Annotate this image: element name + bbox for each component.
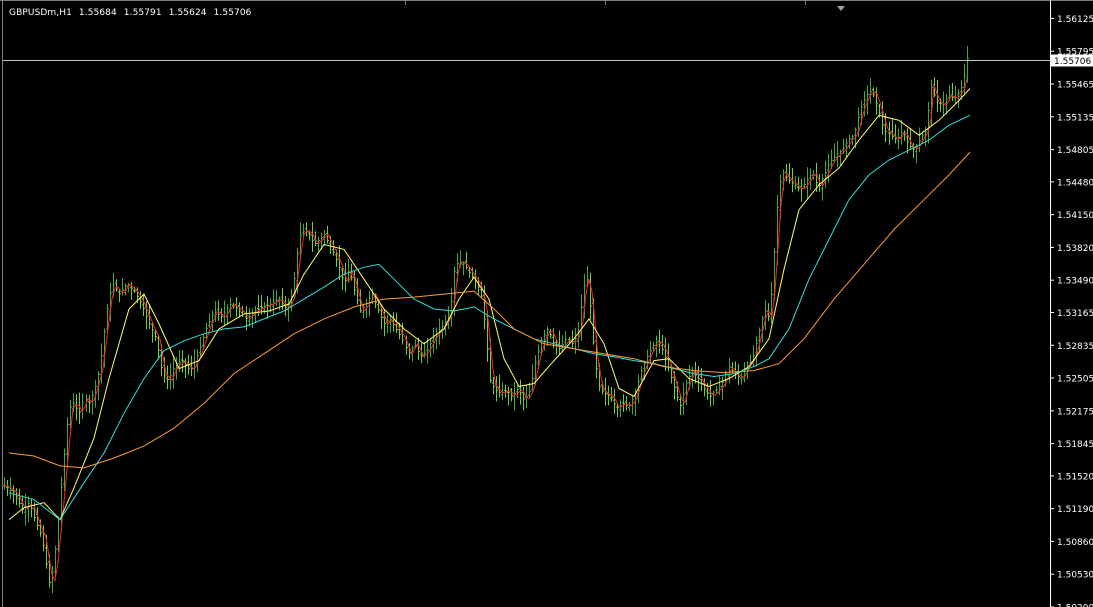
- y-tick-label: 1.56125: [1057, 15, 1093, 25]
- y-tick-label: 1.51845: [1057, 440, 1093, 450]
- y-tick-label: 1.51520: [1057, 472, 1093, 482]
- high-value: 1.55791: [123, 8, 162, 18]
- y-tick-label: 1.54480: [1057, 178, 1093, 188]
- y-tick-label: 1.51190: [1057, 505, 1093, 515]
- open-value: 1.55684: [78, 8, 117, 18]
- y-tick-label: 1.52175: [1057, 407, 1093, 417]
- y-tick-label: 1.54805: [1057, 146, 1093, 156]
- y-tick-label: 1.55135: [1057, 113, 1093, 123]
- y-tick-label: 1.55795: [1057, 48, 1093, 58]
- y-tick-label: 1.50200: [1057, 603, 1093, 607]
- y-tick-label: 1.53820: [1057, 244, 1093, 254]
- y-tick-label: 1.54150: [1057, 211, 1093, 221]
- y-tick-label: 1.50860: [1057, 538, 1093, 548]
- chart-header: GBPUSDm,H1 1.55684 1.55791 1.55624 1.557…: [9, 8, 256, 18]
- current-price-label: 1.55706: [1054, 57, 1091, 67]
- y-tick-label: 1.50530: [1057, 571, 1093, 581]
- symbol-label: GBPUSDm,H1: [9, 8, 72, 18]
- price-chart[interactable]: 1.55706 1.56125 1.55795 1.55465 1.55135 1.54…: [0, 0, 1093, 607]
- y-tick-label: 1.52835: [1057, 342, 1093, 352]
- chart-window[interactable]: 1.55706 1.56125 1.55795 1.55465 1.55135 1.54…: [0, 0, 1093, 607]
- y-tick-label: 1.53490: [1057, 277, 1093, 287]
- y-tick-label: 1.53165: [1057, 309, 1093, 319]
- y-tick-label: 1.55465: [1057, 81, 1093, 91]
- chart-background: [0, 0, 1093, 607]
- low-value: 1.55624: [168, 8, 207, 18]
- close-value: 1.55706: [213, 8, 252, 18]
- y-tick-label: 1.52505: [1057, 375, 1093, 385]
